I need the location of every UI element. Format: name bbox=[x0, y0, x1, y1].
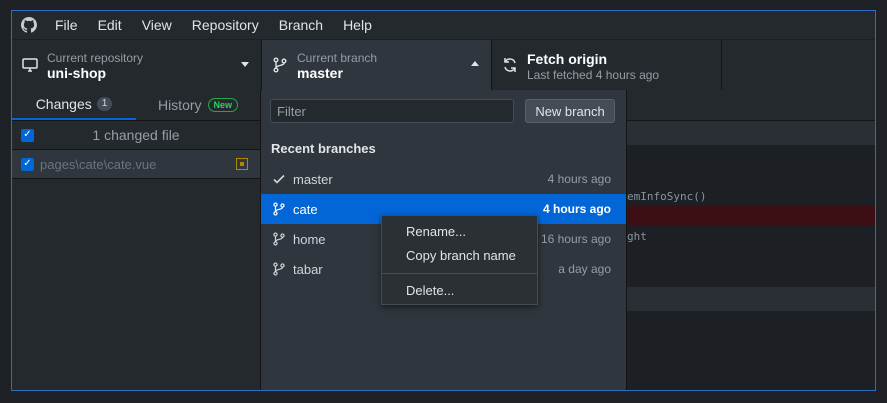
branch-item-name: master bbox=[293, 171, 333, 187]
new-badge: New bbox=[207, 98, 239, 112]
branch-name: master bbox=[297, 65, 343, 81]
branch-item-time: 4 hours ago bbox=[542, 202, 611, 216]
git-branch-icon bbox=[273, 57, 287, 73]
tab-history[interactable]: History New bbox=[136, 90, 260, 120]
branch-item-time: 16 hours ago bbox=[540, 232, 611, 246]
menu-edit[interactable]: Edit bbox=[98, 17, 122, 33]
diff-code-line: ght bbox=[627, 230, 647, 243]
sidebar-tabs: Changes 1 History New bbox=[12, 90, 260, 121]
rename-menu-item[interactable]: Rename... bbox=[406, 224, 466, 239]
new-branch-button[interactable]: New branch bbox=[525, 99, 615, 123]
tab-changes-label: Changes bbox=[35, 96, 92, 112]
recent-branches-heading: Recent branches bbox=[271, 141, 376, 156]
current-branch-button[interactable]: Current branch master bbox=[262, 40, 492, 90]
branch-item-time: 4 hours ago bbox=[547, 172, 611, 186]
git-branch-icon bbox=[273, 232, 285, 246]
changes-count-badge: 1 bbox=[96, 97, 113, 111]
changes-sidebar: Changes 1 History New ✓ 1 changed file ✓… bbox=[12, 90, 261, 390]
branch-context-menu: Rename... Copy branch name Delete... bbox=[381, 215, 538, 305]
branch-label: Current branch bbox=[297, 51, 378, 65]
tab-changes[interactable]: Changes 1 bbox=[12, 90, 136, 120]
git-branch-icon bbox=[273, 262, 285, 276]
fetch-origin-button[interactable]: Fetch origin Last fetched 4 hours ago bbox=[492, 40, 722, 90]
toolbar: Current repository uni-shop Current bran… bbox=[12, 39, 875, 91]
current-repository-button[interactable]: Current repository uni-shop bbox=[12, 40, 262, 90]
branch-filter-input[interactable] bbox=[270, 99, 514, 123]
git-branch-icon bbox=[273, 202, 285, 216]
chevron-down-icon bbox=[241, 62, 249, 67]
changed-files-summary: 1 changed file bbox=[92, 127, 180, 143]
tab-history-label: History bbox=[157, 97, 202, 113]
repository-label: Current repository bbox=[47, 51, 144, 65]
app-window: File Edit View Repository Branch Help Cu… bbox=[11, 10, 876, 391]
delete-menu-item[interactable]: Delete... bbox=[406, 283, 454, 298]
copy-branch-name-menu-item[interactable]: Copy branch name bbox=[406, 248, 516, 263]
menu-bar: File Edit View Repository Branch Help bbox=[12, 11, 875, 39]
file-checkbox[interactable]: ✓ bbox=[21, 157, 34, 171]
last-fetched-text: Last fetched 4 hours ago bbox=[527, 68, 660, 82]
select-all-row: ✓ 1 changed file bbox=[12, 121, 260, 150]
sync-icon bbox=[504, 58, 516, 72]
select-all-checkbox[interactable]: ✓ bbox=[21, 128, 34, 142]
fetch-label: Fetch origin bbox=[527, 51, 608, 67]
menu-file[interactable]: File bbox=[55, 17, 78, 33]
repository-name: uni-shop bbox=[47, 65, 107, 81]
github-logo-icon bbox=[21, 17, 37, 33]
check-icon bbox=[273, 174, 285, 184]
menu-branch[interactable]: Branch bbox=[279, 17, 323, 33]
branch-item-time: a day ago bbox=[558, 262, 611, 276]
menu-divider bbox=[382, 273, 537, 274]
chevron-up-icon bbox=[471, 61, 479, 66]
file-list-item[interactable]: ✓ pages\cate\cate.vue bbox=[12, 150, 260, 179]
menu-help[interactable]: Help bbox=[343, 17, 372, 33]
diff-code-line: emInfoSync() bbox=[627, 190, 707, 203]
desktop-icon bbox=[22, 58, 38, 72]
menu-view[interactable]: View bbox=[142, 17, 172, 33]
branch-item-master[interactable]: master 4 hours ago bbox=[261, 164, 626, 194]
file-path: pages\cate\cate.vue bbox=[40, 156, 157, 172]
file-modified-icon bbox=[236, 158, 248, 170]
menu-repository[interactable]: Repository bbox=[192, 17, 259, 33]
